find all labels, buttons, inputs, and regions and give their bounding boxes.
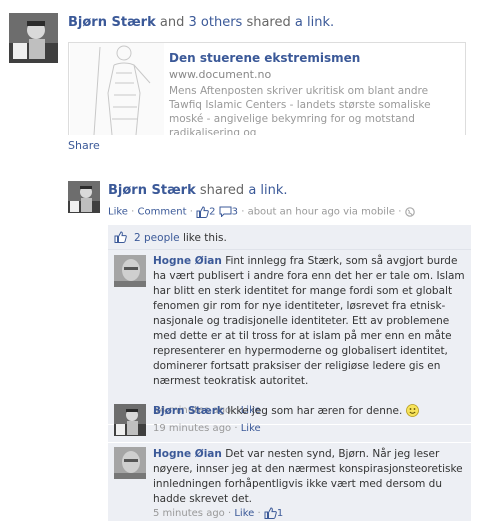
comment-avatar[interactable] — [114, 447, 146, 479]
like-count: 2 — [209, 206, 216, 218]
comment-like-link[interactable]: Like — [234, 508, 254, 519]
link-title[interactable]: Den stuerene ekstremismen — [169, 51, 360, 65]
story2-object-link[interactable]: a link. — [248, 183, 287, 198]
story1-object-link[interactable]: a link. — [295, 15, 334, 30]
comments-panel: 2 people like this. Hogne Øian Fint innl… — [108, 225, 471, 522]
link-domain: www.document.no — [169, 68, 272, 81]
separator: · — [257, 508, 261, 519]
comment-text: Ikke jeg som har æren for denne. — [227, 405, 403, 417]
comment-meta: 19 minutes ago · Like — [153, 423, 261, 434]
comment-author-link[interactable]: Hogne Øian — [153, 255, 222, 267]
comment-count-link[interactable]: 3 — [219, 206, 242, 218]
story2-avatar[interactable] — [68, 181, 100, 213]
story1-others-link[interactable]: 3 others — [189, 15, 243, 30]
comment-count: 3 — [231, 206, 238, 218]
comment-item: Hogne Øian Fint innlegg fra Stærk, som s… — [108, 250, 471, 425]
story1-action-text: shared — [246, 15, 291, 30]
comment-link[interactable]: Comment — [138, 207, 187, 218]
comment-author-link[interactable]: Hogne Øian — [153, 448, 222, 460]
thumbs-up-icon — [196, 206, 209, 218]
comment-body: Hogne Øian Det var nesten synd, Bjørn. N… — [153, 447, 465, 507]
comment-body: Hogne Øian Fint innlegg fra Stærk, som s… — [153, 254, 465, 389]
story1-header: Bjørn Stærk and 3 others shared a link. — [68, 15, 334, 30]
likers-link[interactable]: 2 people — [134, 232, 180, 244]
story1-actor-link[interactable]: Bjørn Stærk — [68, 15, 156, 30]
comment-bubble-icon — [219, 206, 232, 218]
story2-meta-row: Like · Comment · 2 3 · about an hour ago… — [108, 206, 415, 218]
comment-text: Fint innlegg fra Stærk, som så avgjort b… — [153, 255, 465, 387]
thumbs-up-icon — [264, 507, 277, 519]
smiley-icon — [405, 404, 419, 417]
like-link[interactable]: Like — [108, 207, 128, 218]
likes-summary-row: 2 people like this. — [108, 225, 471, 250]
link-thumbnail[interactable] — [70, 43, 164, 135]
link-preview-card[interactable]: Den stuerene ekstremismen www.document.n… — [68, 42, 466, 135]
comment-item: Bjørn Stærk Ikke jeg som har æren for de… — [108, 400, 471, 443]
globe-icon[interactable] — [404, 207, 415, 217]
likes-suffix: like this. — [182, 232, 227, 244]
separator: · — [398, 206, 402, 218]
separator: · — [189, 206, 193, 218]
comment-meta: 5 minutes ago · Like · 1 — [153, 507, 283, 519]
like-count-link[interactable]: 2 — [196, 206, 219, 218]
comment-avatar[interactable] — [114, 255, 146, 287]
separator: · — [131, 206, 135, 218]
story2-actor-link[interactable]: Bjørn Stærk — [108, 183, 196, 198]
separator: · — [241, 206, 245, 218]
comment-author-link[interactable]: Bjørn Stærk — [153, 405, 224, 417]
comment-item: Hogne Øian Det var nesten synd, Bjørn. N… — [108, 443, 471, 522]
comment-like-count-link[interactable]: 1 — [264, 507, 284, 519]
comment-time[interactable]: 19 minutes ago — [153, 423, 231, 434]
separator: · — [227, 508, 232, 519]
story2-action-text: shared — [199, 183, 245, 198]
comment-like-link[interactable]: Like — [241, 423, 261, 434]
separator: · — [234, 423, 238, 434]
comment-like-count: 1 — [276, 508, 284, 519]
comment-body: Bjørn Stærk Ikke jeg som har æren for de… — [153, 404, 465, 419]
story1-and-text: and — [159, 15, 185, 30]
thumbs-up-icon — [114, 231, 127, 243]
link-description: Mens Aftenposten skriver ukritisk om bla… — [169, 85, 431, 135]
story1-avatar[interactable] — [9, 13, 58, 63]
comment-time[interactable]: 5 minutes ago — [153, 508, 225, 519]
share-button[interactable]: Share — [68, 139, 100, 152]
story2-timestamp[interactable]: about an hour ago via mobile — [248, 207, 395, 218]
comment-avatar[interactable] — [114, 404, 146, 436]
story2-header: Bjørn Stærk shared a link. — [108, 183, 288, 198]
